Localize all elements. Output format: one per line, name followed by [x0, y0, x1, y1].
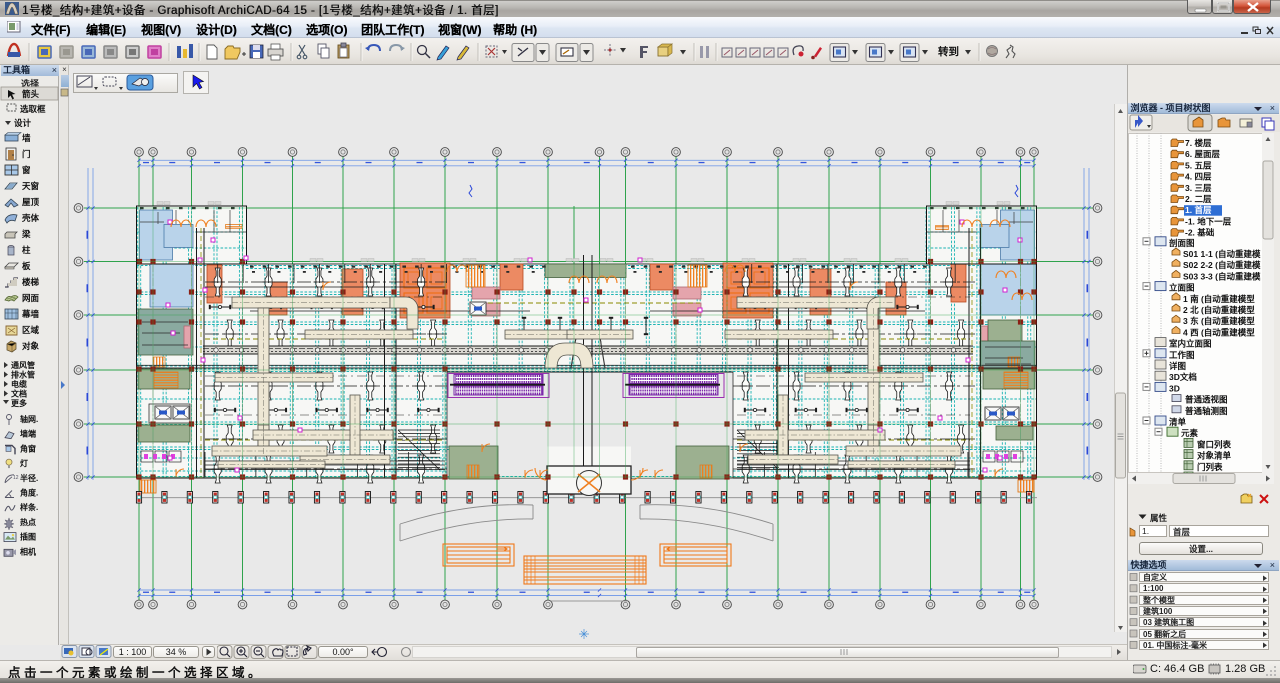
svg-text:文档: 文档: [11, 389, 27, 399]
svg-text:轴网.: 轴网.: [20, 414, 38, 424]
svg-text:样条.: 样条.: [20, 502, 38, 512]
svg-text:灯: 灯: [20, 458, 28, 468]
svg-text:6. 屋面层: 6. 屋面层: [1185, 149, 1220, 159]
svg-text:门列表: 门列表: [1197, 462, 1223, 472]
svg-text:相机: 相机: [20, 546, 36, 556]
svg-text:普通轴测图: 普通轴测图: [1185, 406, 1228, 416]
svg-text:室内立面图: 室内立面图: [1169, 339, 1212, 349]
svg-text:通风管: 通风管: [11, 360, 35, 370]
svg-text:12: 12: [13, 475, 19, 481]
svg-text:剖面图: 剖面图: [1169, 238, 1195, 248]
svg-text:7. 楼层: 7. 楼层: [1185, 138, 1212, 148]
svg-text:S02 2-2 (自动重建模: S02 2-2 (自动重建模: [1183, 260, 1261, 270]
svg-text:2. 二层: 2. 二层: [1185, 194, 1212, 204]
svg-text:箭头: 箭头: [22, 89, 40, 99]
svg-text:5. 五层: 5. 五层: [1185, 160, 1212, 170]
svg-text:梁: 梁: [21, 229, 31, 239]
svg-text:-1. 地下一层: -1. 地下一层: [1185, 216, 1232, 226]
svg-text:角度.: 角度.: [20, 488, 38, 498]
svg-text:热点: 热点: [20, 517, 36, 527]
svg-text:墙: 墙: [22, 133, 31, 143]
svg-text:3D: 3D: [1169, 383, 1180, 393]
svg-text:屋顶: 屋顶: [22, 197, 40, 207]
svg-text:设计: 设计: [14, 118, 32, 128]
svg-text:半径.: 半径.: [20, 473, 38, 483]
svg-text:门: 门: [22, 149, 31, 159]
svg-text:详图: 详图: [1169, 361, 1186, 371]
svg-text:板: 板: [22, 261, 31, 271]
svg-text:楼梯: 楼梯: [22, 277, 40, 287]
svg-text:4. 四层: 4. 四层: [1185, 172, 1212, 182]
svg-text:清单: 清单: [1169, 417, 1187, 427]
svg-text:更多: 更多: [11, 398, 27, 408]
svg-text:3. 三层: 3. 三层: [1185, 183, 1212, 193]
svg-text:1 南 (自动重建模型: 1 南 (自动重建模型: [1183, 294, 1255, 304]
svg-text:排水管: 排水管: [11, 370, 35, 380]
svg-text:普通透视图: 普通透视图: [1185, 395, 1228, 405]
svg-text:对象: 对象: [22, 341, 40, 351]
svg-text:天窗: 天窗: [22, 181, 40, 191]
svg-text:S03 3-3 (自动重建模: S03 3-3 (自动重建模: [1183, 271, 1261, 281]
svg-text:对象清单: 对象清单: [1197, 451, 1232, 461]
svg-text:电缆: 电缆: [11, 379, 27, 389]
svg-text:转到: 转到: [938, 45, 959, 58]
svg-text:网面: 网面: [22, 293, 40, 303]
svg-text:3 东 (自动重建模型: 3 东 (自动重建模型: [1183, 316, 1255, 326]
svg-text:窗口列表: 窗口列表: [1197, 439, 1232, 449]
svg-text:墙端: 墙端: [20, 429, 36, 439]
svg-text:角窗: 角窗: [20, 443, 36, 453]
svg-text:窗: 窗: [22, 165, 31, 175]
svg-text:元素: 元素: [1181, 428, 1199, 438]
svg-text:工作图: 工作图: [1169, 350, 1195, 360]
svg-text:S01 1-1 (自动重建模: S01 1-1 (自动重建模: [1183, 249, 1261, 259]
svg-text:1. 首层: 1. 首层: [1185, 205, 1212, 215]
svg-text:-2. 基础: -2. 基础: [1185, 228, 1215, 238]
svg-text:插图: 插图: [20, 532, 36, 542]
svg-text:立面图: 立面图: [1169, 283, 1195, 293]
svg-text:2 北 (自动重建模型: 2 北 (自动重建模型: [1183, 305, 1255, 315]
svg-text:3D文档: 3D文档: [1169, 372, 1197, 382]
svg-text:4 西 (自动重建模型: 4 西 (自动重建模型: [1183, 327, 1255, 337]
svg-text:壳体: 壳体: [21, 213, 40, 223]
svg-text:区域: 区域: [22, 325, 40, 335]
svg-text:幕墙: 幕墙: [21, 309, 40, 319]
svg-text:柱: 柱: [22, 245, 31, 255]
svg-text:选取框: 选取框: [20, 104, 46, 114]
